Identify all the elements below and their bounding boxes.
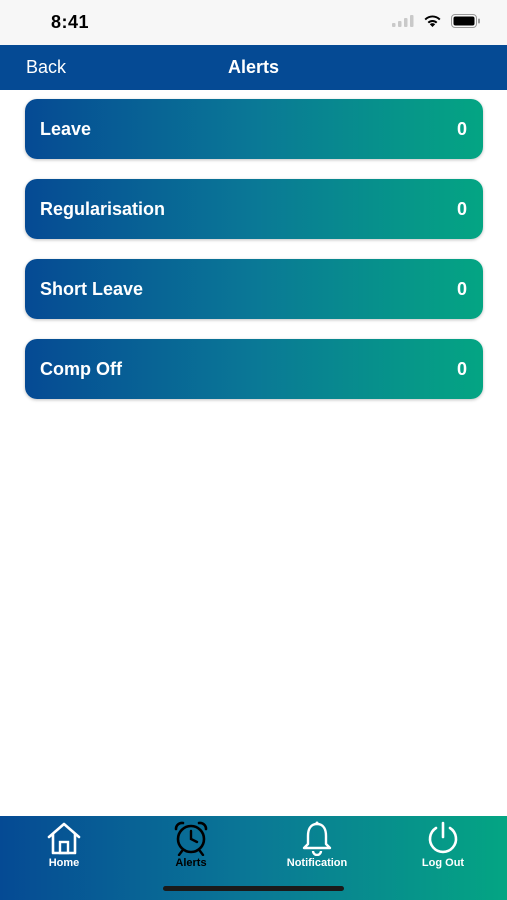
alert-row-short-leave[interactable]: Short Leave 0 xyxy=(25,259,483,319)
home-indicator[interactable] xyxy=(163,886,344,891)
tab-label: Home xyxy=(48,857,80,869)
wifi-icon xyxy=(424,15,441,27)
alert-row-comp-off[interactable]: Comp Off 0 xyxy=(25,339,483,399)
alert-row-regularisation[interactable]: Regularisation 0 xyxy=(25,179,483,239)
alert-label: Short Leave xyxy=(40,279,144,299)
alert-label: Regularisation xyxy=(40,199,166,219)
status-bar: 8:41 xyxy=(0,0,507,45)
status-time: 8:41 xyxy=(51,12,90,32)
alert-list: Leave 0 Regularisation 0 Short Leave 0 C… xyxy=(25,99,483,419)
bell-icon xyxy=(302,821,332,856)
alert-row-leave[interactable]: Leave 0 xyxy=(25,99,483,159)
page-title: Alerts xyxy=(227,57,280,77)
alert-count: 0 xyxy=(456,119,467,139)
alert-count: 0 xyxy=(456,359,467,379)
home-icon xyxy=(47,822,81,855)
tab-notification[interactable]: Notification xyxy=(267,820,367,869)
alert-count: 0 xyxy=(456,279,467,299)
tab-label: Alerts xyxy=(175,857,207,869)
power-icon xyxy=(428,821,458,854)
tab-label: Log Out xyxy=(421,857,465,869)
battery-icon xyxy=(451,14,480,28)
status-icons xyxy=(392,14,481,28)
alert-count: 0 xyxy=(456,199,467,219)
alarm-clock-icon xyxy=(174,821,208,856)
tab-home[interactable]: Home xyxy=(14,820,114,869)
navigation-bar: Back Alerts xyxy=(0,45,507,90)
tab-label: Notification xyxy=(286,857,348,869)
tab-alerts[interactable]: Alerts xyxy=(141,820,241,869)
cellular-signal-icon xyxy=(392,15,414,27)
alert-label: Comp Off xyxy=(40,359,122,379)
alert-label: Leave xyxy=(40,119,92,139)
tab-log-out[interactable]: Log Out xyxy=(393,820,493,869)
